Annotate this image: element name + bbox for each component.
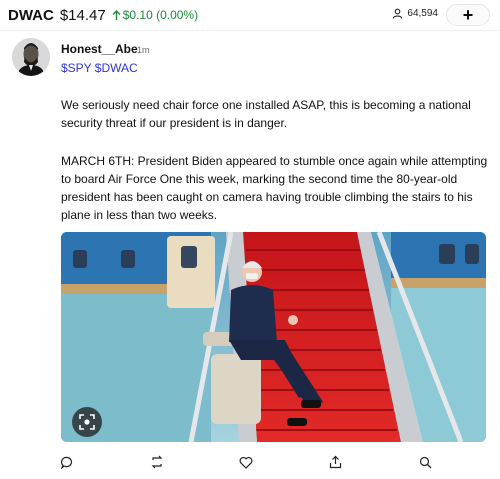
comment-button[interactable]: [59, 454, 75, 470]
share-button[interactable]: [327, 454, 343, 470]
post-timestamp: 1m: [137, 45, 150, 55]
comment-icon: [60, 456, 72, 469]
price-change: $0.10 (0.00%): [112, 8, 198, 22]
post-username[interactable]: Honest__Abe: [61, 42, 138, 56]
followers-count-label: 64,594: [407, 8, 438, 19]
ticker-price: $14.47: [59, 6, 106, 24]
search-icon: [419, 456, 431, 468]
price-change-value: $0.10 (0.00%): [122, 8, 199, 22]
post-actions-bar: [0, 450, 500, 474]
share-icon: [329, 455, 341, 469]
arrow-up-icon: [112, 9, 121, 20]
follow-button[interactable]: +: [446, 4, 490, 26]
like-icon: [239, 456, 253, 469]
user-icon: [393, 8, 403, 19]
post-image[interactable]: [61, 232, 486, 442]
scan-icon: [79, 414, 95, 430]
avatar[interactable]: [12, 38, 50, 76]
airplane-stairs-photo: [61, 232, 486, 442]
header-divider: [0, 30, 500, 31]
search-button[interactable]: [417, 454, 433, 470]
ticker-symbol[interactable]: DWAC: [8, 7, 54, 24]
image-scan-button[interactable]: [72, 407, 102, 437]
post-cashtags[interactable]: $SPY $DWAC: [61, 61, 138, 75]
like-button[interactable]: [238, 454, 254, 470]
post-body-paragraph-1: We seriously need chair force one instal…: [61, 98, 471, 130]
post-body-paragraph-2: MARCH 6TH: President Biden appeared to s…: [61, 154, 488, 222]
repost-icon: [151, 455, 163, 469]
repost-button[interactable]: [149, 454, 165, 470]
avatar-portrait-icon: [12, 38, 50, 76]
followers-count[interactable]: 64,594: [392, 8, 438, 19]
